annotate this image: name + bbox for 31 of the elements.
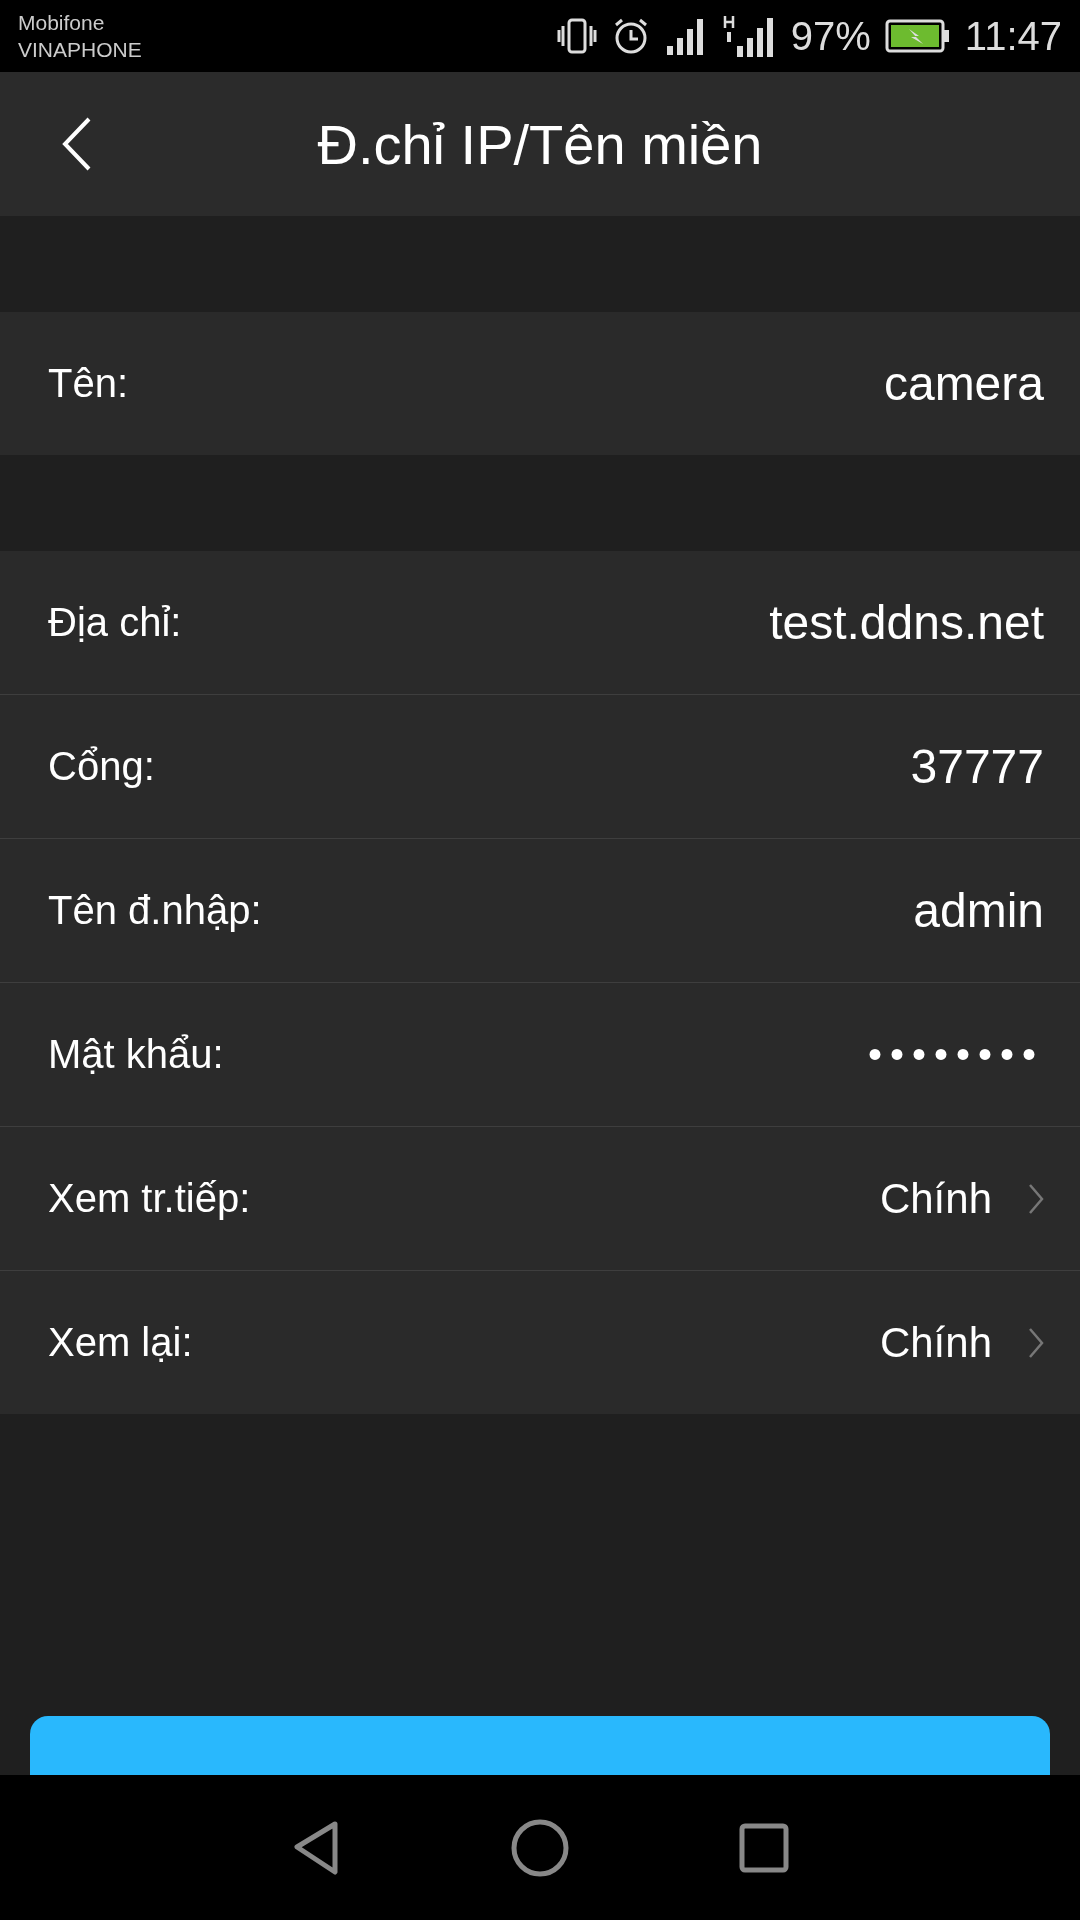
field-value: admin <box>913 883 1044 938</box>
field-value: Chính <box>879 1174 992 1223</box>
back-icon <box>62 117 92 171</box>
battery-icon <box>884 19 951 53</box>
form-row[interactable]: Mật khẩu: •••••••• <box>0 983 1080 1127</box>
field-value: camera <box>883 356 1044 411</box>
battery-percent: 97% <box>790 13 871 59</box>
carrier-name: VINAPHONE <box>18 37 142 63</box>
field-label: Tên đ.nhập: <box>48 888 262 933</box>
field-label: Mật khẩu: <box>48 1032 224 1077</box>
field-label: Tên: <box>48 361 129 406</box>
form-row[interactable]: Tên: camera <box>0 312 1080 455</box>
vibrate-icon <box>556 16 597 56</box>
page-title: Đ.chỉ IP/Tên miền <box>316 111 764 177</box>
form-row[interactable]: Cổng: 37777 <box>0 695 1080 839</box>
carrier-name: Mobifone <box>18 10 106 36</box>
form-row[interactable]: Xem tr.tiếp: Chính <box>0 1127 1080 1271</box>
chevron-icon <box>1028 1326 1044 1359</box>
field-value: Chính <box>879 1318 992 1367</box>
password-value: •••••••• <box>867 1032 1044 1077</box>
field-value: 37777 <box>910 739 1044 794</box>
field-label: Xem lại: <box>48 1320 193 1365</box>
field-label: Cổng: <box>48 744 155 789</box>
form-row[interactable]: Xem lại: Chính <box>0 1271 1080 1414</box>
field-label: Địa chỉ: <box>48 600 182 645</box>
form-row[interactable]: Tên đ.nhập: admin <box>0 839 1080 983</box>
chevron-icon <box>1028 1182 1044 1215</box>
field-label: Xem tr.tiếp: <box>48 1176 251 1221</box>
clock-time: 11:47 <box>964 13 1062 59</box>
field-value: test.ddns.net <box>769 595 1044 650</box>
form-row[interactable]: Địa chỉ: test.ddns.net <box>0 551 1080 695</box>
